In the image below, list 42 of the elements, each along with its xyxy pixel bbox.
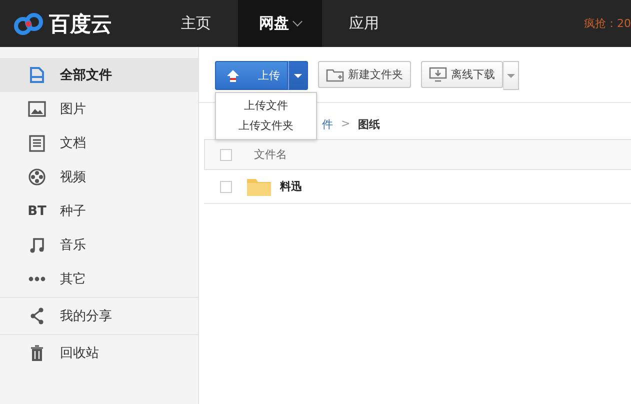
nav-tab[interactable]: 网盘: [238, 0, 322, 47]
upload-dropdown-button[interactable]: [288, 61, 308, 90]
folder-icon: [246, 176, 272, 196]
file-name[interactable]: 料迅: [280, 179, 302, 194]
sidebar-item[interactable]: 其它: [0, 262, 198, 296]
nav-tab[interactable]: 主页: [154, 0, 238, 47]
folder-add-icon: [326, 68, 344, 82]
sidebar-item[interactable]: 我的分享: [0, 299, 198, 333]
music-note-icon: [29, 236, 45, 254]
film-reel-icon: [28, 168, 46, 186]
upload-button[interactable]: 上传: [215, 61, 288, 90]
offline-dropdown-button[interactable]: [503, 61, 519, 90]
upload-icon: [226, 68, 240, 82]
bt-icon: BT: [28, 204, 46, 218]
sidebar-item[interactable]: BT 种子: [0, 194, 198, 228]
sidebar-item[interactable]: 回收站: [0, 336, 198, 370]
sidebar-item[interactable]: 文档: [0, 126, 198, 160]
trash-icon: [30, 344, 44, 362]
menu-item[interactable]: 上传文件: [216, 96, 316, 116]
breadcrumb-separator: >: [341, 117, 350, 130]
cloud-logo-icon: [12, 12, 46, 36]
image-icon: [28, 101, 46, 117]
sidebar-item[interactable]: 图片: [0, 92, 198, 126]
monitor-download-icon: [429, 67, 447, 82]
sidebar-item[interactable]: 音乐: [0, 228, 198, 262]
offline-download-button[interactable]: 离线下载: [421, 61, 503, 88]
logo-text: 百度云: [49, 10, 112, 38]
more-icon: [28, 276, 46, 282]
document-icon: [28, 66, 46, 84]
document-icon: [29, 134, 45, 152]
nav-tab[interactable]: 应用: [322, 0, 406, 47]
share-icon: [29, 307, 45, 325]
new-folder-button[interactable]: 新建文件夹: [318, 61, 411, 88]
menu-item[interactable]: 上传文件夹: [216, 116, 316, 136]
promo-text: 疯抢：20: [584, 16, 631, 31]
sidebar-item[interactable]: 全部文件: [0, 58, 198, 92]
column-header[interactable]: 文件名: [254, 148, 287, 161]
breadcrumb-link[interactable]: 件: [322, 117, 333, 130]
checkbox[interactable]: [220, 180, 232, 192]
sidebar-item[interactable]: 视频: [0, 160, 198, 194]
checkbox[interactable]: [220, 148, 232, 160]
breadcrumb-current: 图纸: [358, 117, 380, 130]
